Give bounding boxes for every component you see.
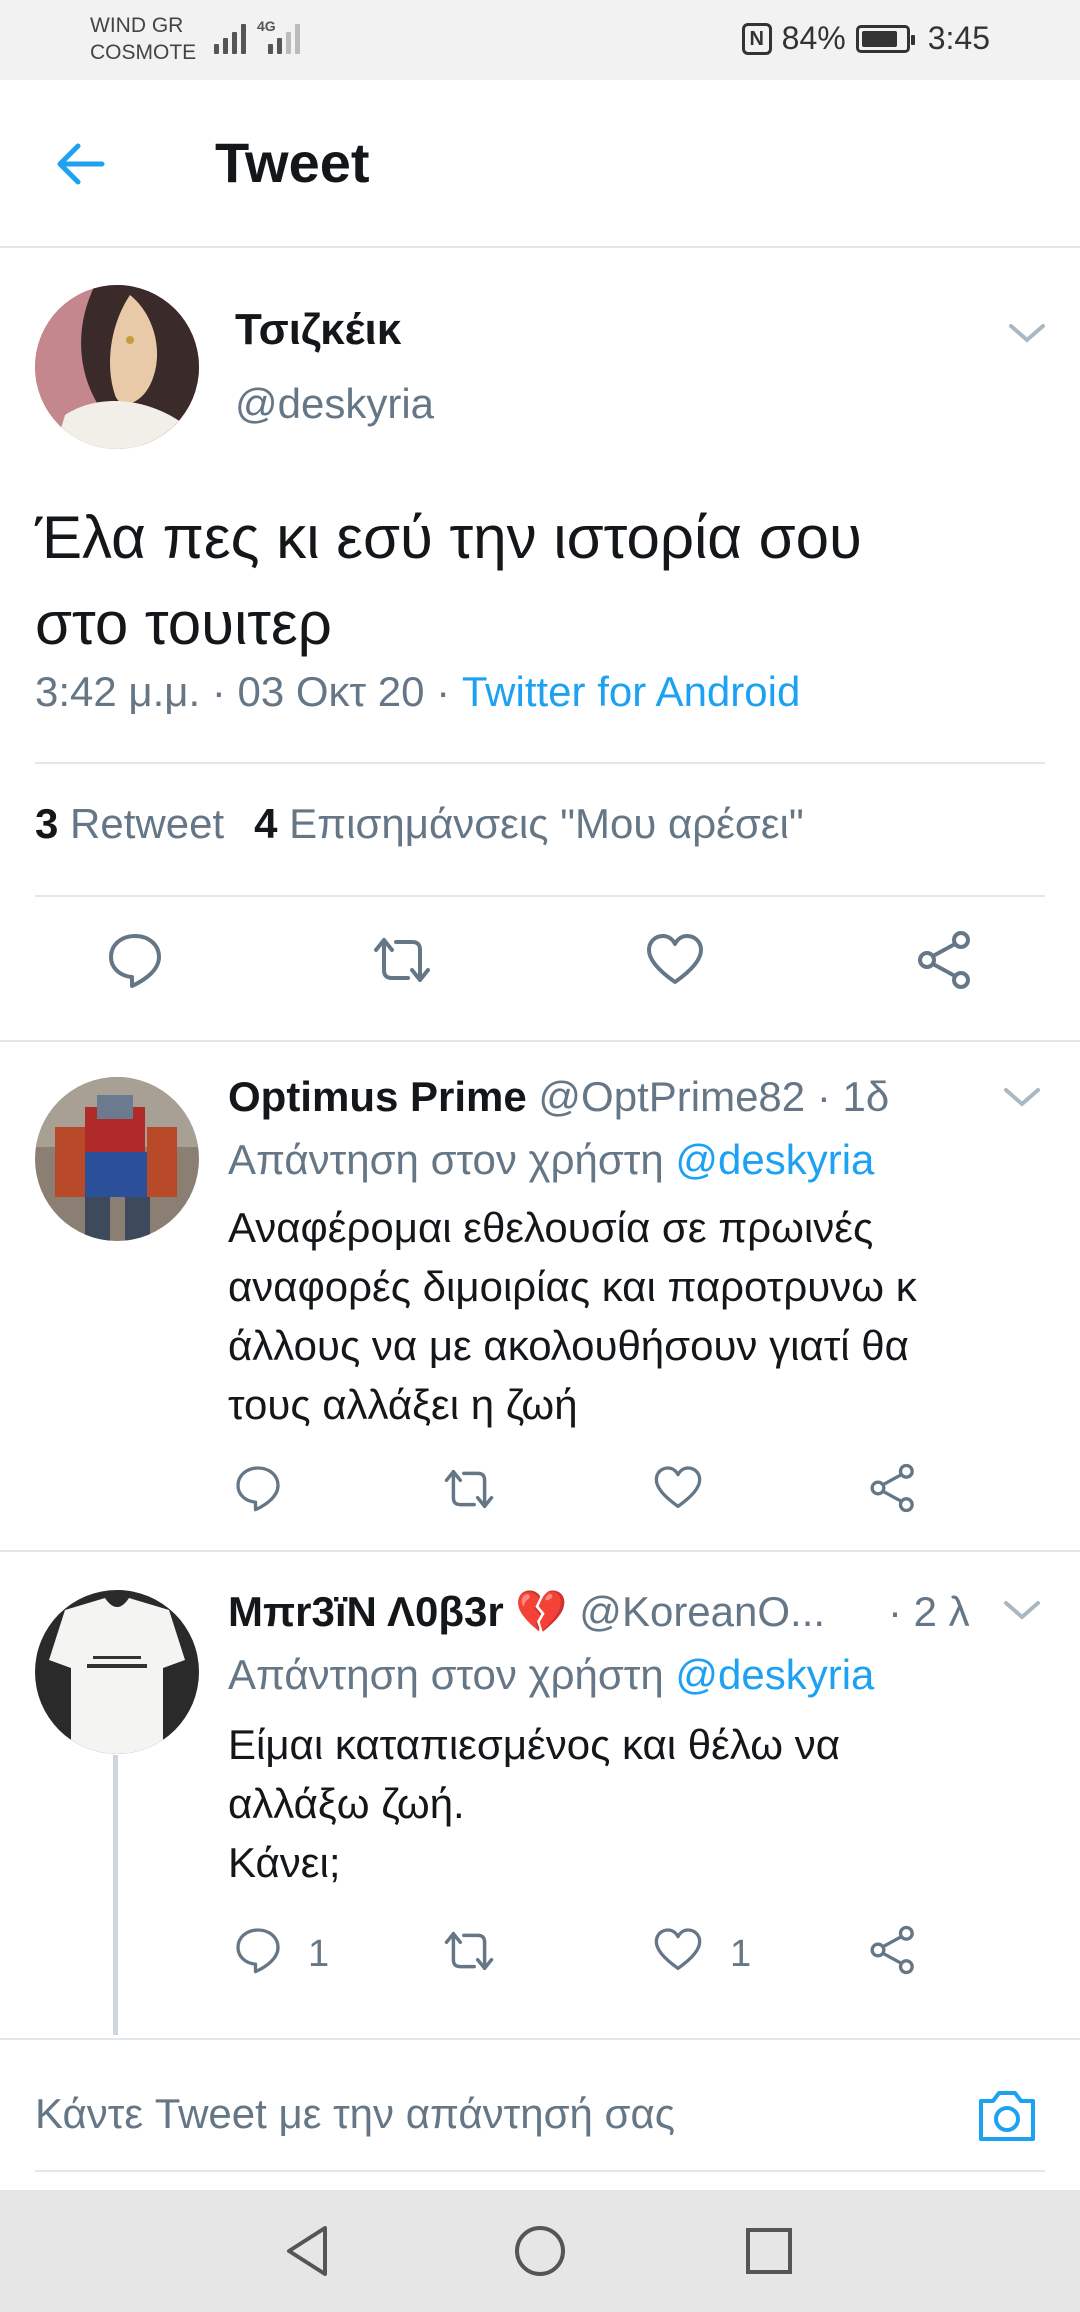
reply-text-line: άλλους να με ακολουθήσουν γιατί θα	[228, 1322, 909, 1369]
compose-bar: Κάντε Tweet με την απάντησή σας	[0, 2038, 1080, 2190]
retweets-stat[interactable]: 3 Retweet	[35, 800, 224, 847]
reply-author-name[interactable]: Optimus Prime	[228, 1073, 527, 1120]
chevron-down-icon[interactable]	[1005, 318, 1049, 348]
retweet-icon[interactable]	[372, 930, 432, 990]
replying-to: Απάντηση στον χρήστη @deskyria	[228, 1651, 874, 1699]
tweet-timestamp: 3:42 μ.μ. · 03 Οκτ 20 ·	[35, 668, 462, 715]
reply-avatar[interactable]	[35, 1077, 199, 1241]
broken-heart-icon: 💔	[515, 1588, 568, 1635]
clock: 3:45	[927, 20, 990, 56]
reply-text-line: Κάνει;	[228, 1839, 341, 1886]
reply-actions: 1 1	[228, 1925, 1028, 1985]
reply-header: Optimus Prime @OptPrime82 · 1δ	[228, 1073, 889, 1121]
reply-count: 1	[308, 1933, 330, 1975]
replying-to-link[interactable]: @deskyria	[675, 1651, 874, 1698]
like-label: Επισημάνσεις "Μου αρέσει"	[289, 800, 804, 847]
nav-recents-icon[interactable]	[736, 2218, 802, 2284]
author-name[interactable]: Τσιζκέικ	[235, 305, 401, 355]
likes-stat[interactable]: 4 Επισημάνσεις "Μου αρέσει"	[254, 800, 804, 847]
compose-underline	[35, 2170, 1045, 2172]
reply-icon[interactable]	[233, 1925, 283, 1975]
retweet-count: 3	[35, 800, 59, 847]
chevron-down-icon[interactable]	[1000, 1595, 1044, 1625]
app-header: Tweet	[0, 80, 1080, 248]
divider	[35, 762, 1045, 764]
reply-icon[interactable]	[233, 1463, 283, 1513]
like-count: 1	[730, 1933, 752, 1975]
battery-icon	[855, 24, 915, 53]
share-icon[interactable]	[868, 1463, 918, 1513]
thread-line	[113, 1755, 118, 2035]
reply-handle[interactable]: @KoreanO...	[568, 1588, 825, 1635]
reply-text-line: τους αλλάξει η ζωή	[228, 1381, 578, 1428]
battery-percent: 84%	[781, 20, 846, 56]
author-handle[interactable]: @deskyria	[235, 380, 434, 428]
reply-avatar[interactable]	[35, 1590, 199, 1754]
share-icon[interactable]	[868, 1925, 918, 1975]
reply-text-line: Είμαι καταπιεσμένος και θέλω να	[228, 1721, 840, 1768]
divider	[0, 1040, 1080, 1042]
nav-back-icon[interactable]	[275, 2218, 341, 2284]
arrow-left-icon[interactable]	[50, 134, 110, 194]
reply-header: Μπr3ïΝ Λ0β3r 💔 @KoreanO...	[228, 1588, 825, 1637]
retweet-label: Retweet	[70, 800, 225, 847]
tweet-source-link[interactable]: Twitter for Android	[462, 668, 800, 715]
status-right: N 84% 3:45	[741, 20, 990, 57]
heart-icon[interactable]	[645, 930, 705, 990]
nfc-icon: N	[741, 22, 772, 55]
carrier-line1: WIND GR	[90, 14, 184, 37]
tweet-text-line1: Έλα πες κι εσύ την ιστορία σου	[35, 504, 862, 571]
replying-prefix: Απάντηση στον χρήστη	[228, 1651, 676, 1698]
reply-text-line: Αναφέρομαι εθελουσία σε πρωινές	[228, 1204, 874, 1251]
carrier-line2: COSMOTE	[90, 41, 197, 64]
reply-author-name[interactable]: Μπr3ïΝ Λ0β3r	[228, 1588, 504, 1635]
reply-text-line: αναφορές διμοιρίας και παροτρυνω κ	[228, 1263, 917, 1310]
tweet-text-line2: στο τουιτερ	[35, 590, 332, 657]
chevron-down-icon[interactable]	[1000, 1082, 1044, 1112]
tweet-stats: 3 Retweet 4 Επισημάνσεις "Μου αρέσει"	[35, 800, 804, 848]
retweet-icon[interactable]	[443, 1925, 495, 1977]
retweet-icon[interactable]	[443, 1463, 495, 1515]
heart-icon[interactable]	[653, 1925, 703, 1975]
replying-to-link[interactable]: @deskyria	[675, 1136, 874, 1183]
heart-icon[interactable]	[653, 1463, 703, 1513]
tweet-actions	[0, 930, 1080, 1010]
system-nav-bar	[0, 2190, 1080, 2312]
signal-strength-icon-2	[268, 20, 300, 54]
replying-to: Απάντηση στον χρήστη @deskyria	[228, 1136, 874, 1184]
camera-icon[interactable]	[975, 2085, 1039, 2145]
signal-strength-icon	[214, 20, 246, 54]
share-icon[interactable]	[915, 930, 975, 990]
avatar[interactable]	[35, 285, 199, 449]
nav-home-icon[interactable]	[507, 2218, 573, 2284]
reply-text: Αναφέρομαι εθελουσία σε πρωινές αναφορές…	[228, 1198, 1018, 1434]
replying-prefix: Απάντηση στον χρήστη	[228, 1136, 676, 1183]
reply-text-line: αλλάξω ζωή.	[228, 1780, 465, 1827]
reply-handle-time[interactable]: @OptPrime82 · 1δ	[527, 1073, 889, 1120]
reply-time: · 2 λ	[888, 1588, 970, 1636]
divider	[0, 1550, 1080, 1552]
tweet-text: Έλα πες κι εσύ την ιστορία σου στο τουιτ…	[35, 495, 1045, 667]
tweet-meta: 3:42 μ.μ. · 03 Οκτ 20 · Twitter for Andr…	[35, 668, 800, 716]
reply-compose-input[interactable]: Κάντε Tweet με την απάντησή σας	[35, 2090, 675, 2138]
reply-icon[interactable]	[105, 930, 165, 990]
reply-time-text: · 2 λ	[888, 1588, 970, 1635]
page-title: Tweet	[215, 131, 370, 194]
reply-text: Είμαι καταπιεσμένος και θέλω να αλλάξω ζ…	[228, 1715, 1018, 1892]
divider	[35, 895, 1045, 897]
status-bar: WIND GR COSMOTE 4G N 84% 3:45	[0, 0, 1080, 80]
reply-actions	[228, 1463, 1028, 1523]
carrier-info: WIND GR COSMOTE	[90, 12, 196, 66]
like-count: 4	[254, 800, 278, 847]
